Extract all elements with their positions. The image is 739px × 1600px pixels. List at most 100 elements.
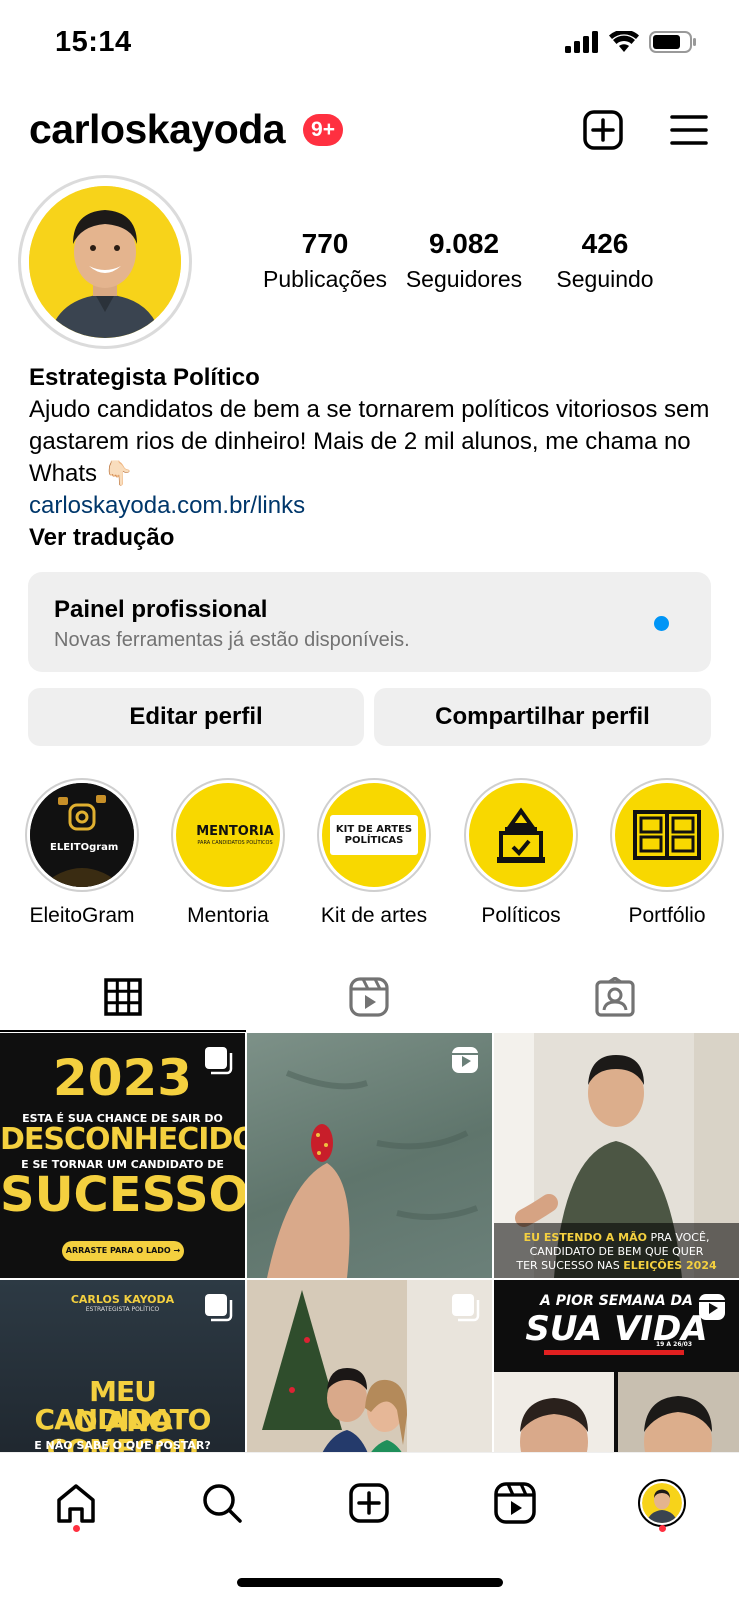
username[interactable]: carloskayoda (29, 106, 286, 153)
bio-category: Estrategista Político (29, 364, 260, 391)
reels-icon (699, 1294, 725, 1320)
post-thumbnail[interactable]: 2023 ESTA É SUA CHANCE DE SAIR DO DESCON… (0, 1033, 245, 1278)
highlight-portfolio[interactable]: Portfólio (608, 778, 726, 928)
post-thumbnail[interactable] (247, 1280, 492, 1453)
highlight-cover-text: MENTORIA (196, 823, 274, 839)
reels-icon (452, 1047, 478, 1073)
nav-search[interactable] (192, 1473, 252, 1533)
reels-icon (349, 977, 389, 1017)
bio-link[interactable]: carloskayoda.com.br/links (29, 490, 719, 522)
post-text: ELEIÇÕES 2024 (623, 1259, 717, 1272)
post-text: SUCESSO (0, 1167, 245, 1223)
menu-button[interactable] (667, 108, 711, 152)
notification-badge[interactable]: 9+ (303, 114, 343, 146)
profile-header: carloskayoda 9+ (0, 100, 739, 160)
posts-grid: 2023 ESTA É SUA CHANCE DE SAIR DO DESCON… (0, 1033, 739, 1453)
post-text: 19 A 26/03 (655, 1341, 693, 1348)
highlight-cover: MENTORIA PARA CANDIDATOS POLÍTICOS (176, 783, 280, 887)
edit-profile-button[interactable]: Editar perfil (28, 688, 364, 746)
new-indicator-dot (654, 616, 669, 631)
highlight-cover-text: KIT DE ARTES POLÍTICAS (335, 824, 413, 846)
highlight-mentoria[interactable]: MENTORIA PARA CANDIDATOS POLÍTICOS Mento… (169, 778, 287, 928)
nav-create[interactable] (339, 1473, 399, 1533)
create-button[interactable] (581, 108, 625, 152)
plus-square-icon (349, 1483, 389, 1523)
highlight-cover (615, 783, 719, 887)
highlight-cover-text: ELEITOgram (50, 842, 119, 853)
post-caption: EU ESTENDO A MÃO PRA VOCÊ, CANDIDATO DE … (494, 1231, 739, 1273)
professional-dashboard[interactable]: Painel profissional Novas ferramentas já… (28, 572, 711, 672)
highlight-eleitogram[interactable]: EleitoGram (23, 778, 141, 928)
post-text: DESCONHECIDO (0, 1122, 245, 1157)
post-thumbnail[interactable]: CARLOS KAYODA ESTRATEGISTA POLÍTICO MEU … (0, 1280, 245, 1453)
stat-label: Publicações (262, 266, 388, 292)
highlight-kit-de-artes[interactable]: KIT DE ARTES POLÍTICAS Kit de artes (315, 778, 433, 928)
highlight-ring (25, 778, 139, 892)
pro-panel-subtitle: Novas ferramentas já estão disponíveis. (54, 629, 410, 651)
battery-icon (649, 31, 696, 53)
tab-tagged[interactable] (492, 962, 738, 1032)
post-thumbnail[interactable]: EU ESTENDO A MÃO PRA VOCÊ, CANDIDATO DE … (494, 1033, 739, 1278)
bio-text: Ajudo candidatos de bem a se tornarem po… (29, 396, 710, 487)
profile-tabs (0, 962, 739, 1032)
post-cta: ARRASTE PARA O LADO → (62, 1241, 184, 1261)
highlight-label: Kit de artes (320, 904, 428, 927)
active-tab-indicator (0, 1030, 246, 1032)
highlight-cover: KIT DE ARTES POLÍTICAS (322, 783, 426, 887)
carousel-icon (205, 1047, 233, 1075)
profile-avatar-small (638, 1479, 686, 1527)
wifi-icon (609, 31, 639, 52)
home-icon (57, 1484, 95, 1523)
post-thumbnail[interactable]: A PIOR SEMANA DA SUA VIDA 19 A 26/03 (494, 1280, 739, 1453)
ballot-box-icon (497, 807, 545, 863)
post-text: EU ESTENDO A MÃO (523, 1231, 647, 1244)
home-notification-dot (73, 1525, 80, 1532)
status-icons (565, 30, 697, 54)
post-image (494, 1372, 739, 1453)
highlight-ring (464, 778, 578, 892)
nav-reels[interactable] (485, 1473, 545, 1533)
profile-bio: Estrategista Político Ajudo candidatos d… (29, 362, 719, 554)
carousel-icon (452, 1294, 480, 1322)
open-book-icon (633, 810, 701, 860)
highlight-ring: MENTORIA PARA CANDIDATOS POLÍTICOS (171, 778, 285, 892)
stat-label: Seguindo (556, 266, 654, 292)
highlight-politicos[interactable]: Políticos (462, 778, 580, 928)
highlight-ring: KIT DE ARTES POLÍTICAS (317, 778, 431, 892)
post-text: CANDIDATO DE BEM QUE QUER (529, 1245, 704, 1258)
stat-posts[interactable]: 770 Publicações (262, 228, 388, 293)
stat-following[interactable]: 426 Seguindo (540, 228, 670, 293)
nav-profile[interactable] (632, 1473, 692, 1533)
status-time: 15:14 (55, 26, 132, 58)
profile-notification-dot (659, 1525, 666, 1532)
see-translation-link[interactable]: Ver tradução (29, 522, 719, 554)
highlight-label: Portfólio (628, 904, 706, 927)
highlight-cover (30, 783, 134, 887)
tab-reels[interactable] (246, 962, 492, 1032)
highlight-cover (469, 783, 573, 887)
profile-avatar[interactable] (18, 175, 192, 349)
stat-label: Seguidores (405, 266, 523, 292)
search-icon (203, 1484, 242, 1523)
post-text: TER SUCESSO NAS (516, 1259, 624, 1272)
stat-value: 9.082 (428, 228, 500, 259)
stat-followers[interactable]: 9.082 Seguidores (388, 228, 540, 293)
nav-home[interactable] (46, 1473, 106, 1533)
pro-panel-title: Painel profissional (54, 596, 268, 623)
home-indicator (237, 1578, 503, 1587)
carousel-icon (205, 1294, 233, 1322)
highlight-label: Mentoria (187, 904, 269, 927)
tagged-user-icon (595, 977, 635, 1017)
grid-icon (104, 978, 142, 1016)
post-text: PRA VOCÊ, (646, 1231, 710, 1244)
status-bar: 15:14 (0, 0, 739, 90)
post-thumbnail[interactable] (247, 1033, 492, 1278)
highlight-ring (610, 778, 724, 892)
highlight-cover-subtext: PARA CANDIDATOS POLÍTICOS (197, 839, 273, 846)
stat-value: 770 (301, 228, 349, 259)
avatar-photo (29, 186, 181, 338)
hamburger-menu-icon (670, 115, 708, 145)
share-profile-button[interactable]: Compartilhar perfil (374, 688, 711, 746)
tab-grid[interactable] (0, 962, 246, 1032)
post-underline (544, 1350, 684, 1355)
